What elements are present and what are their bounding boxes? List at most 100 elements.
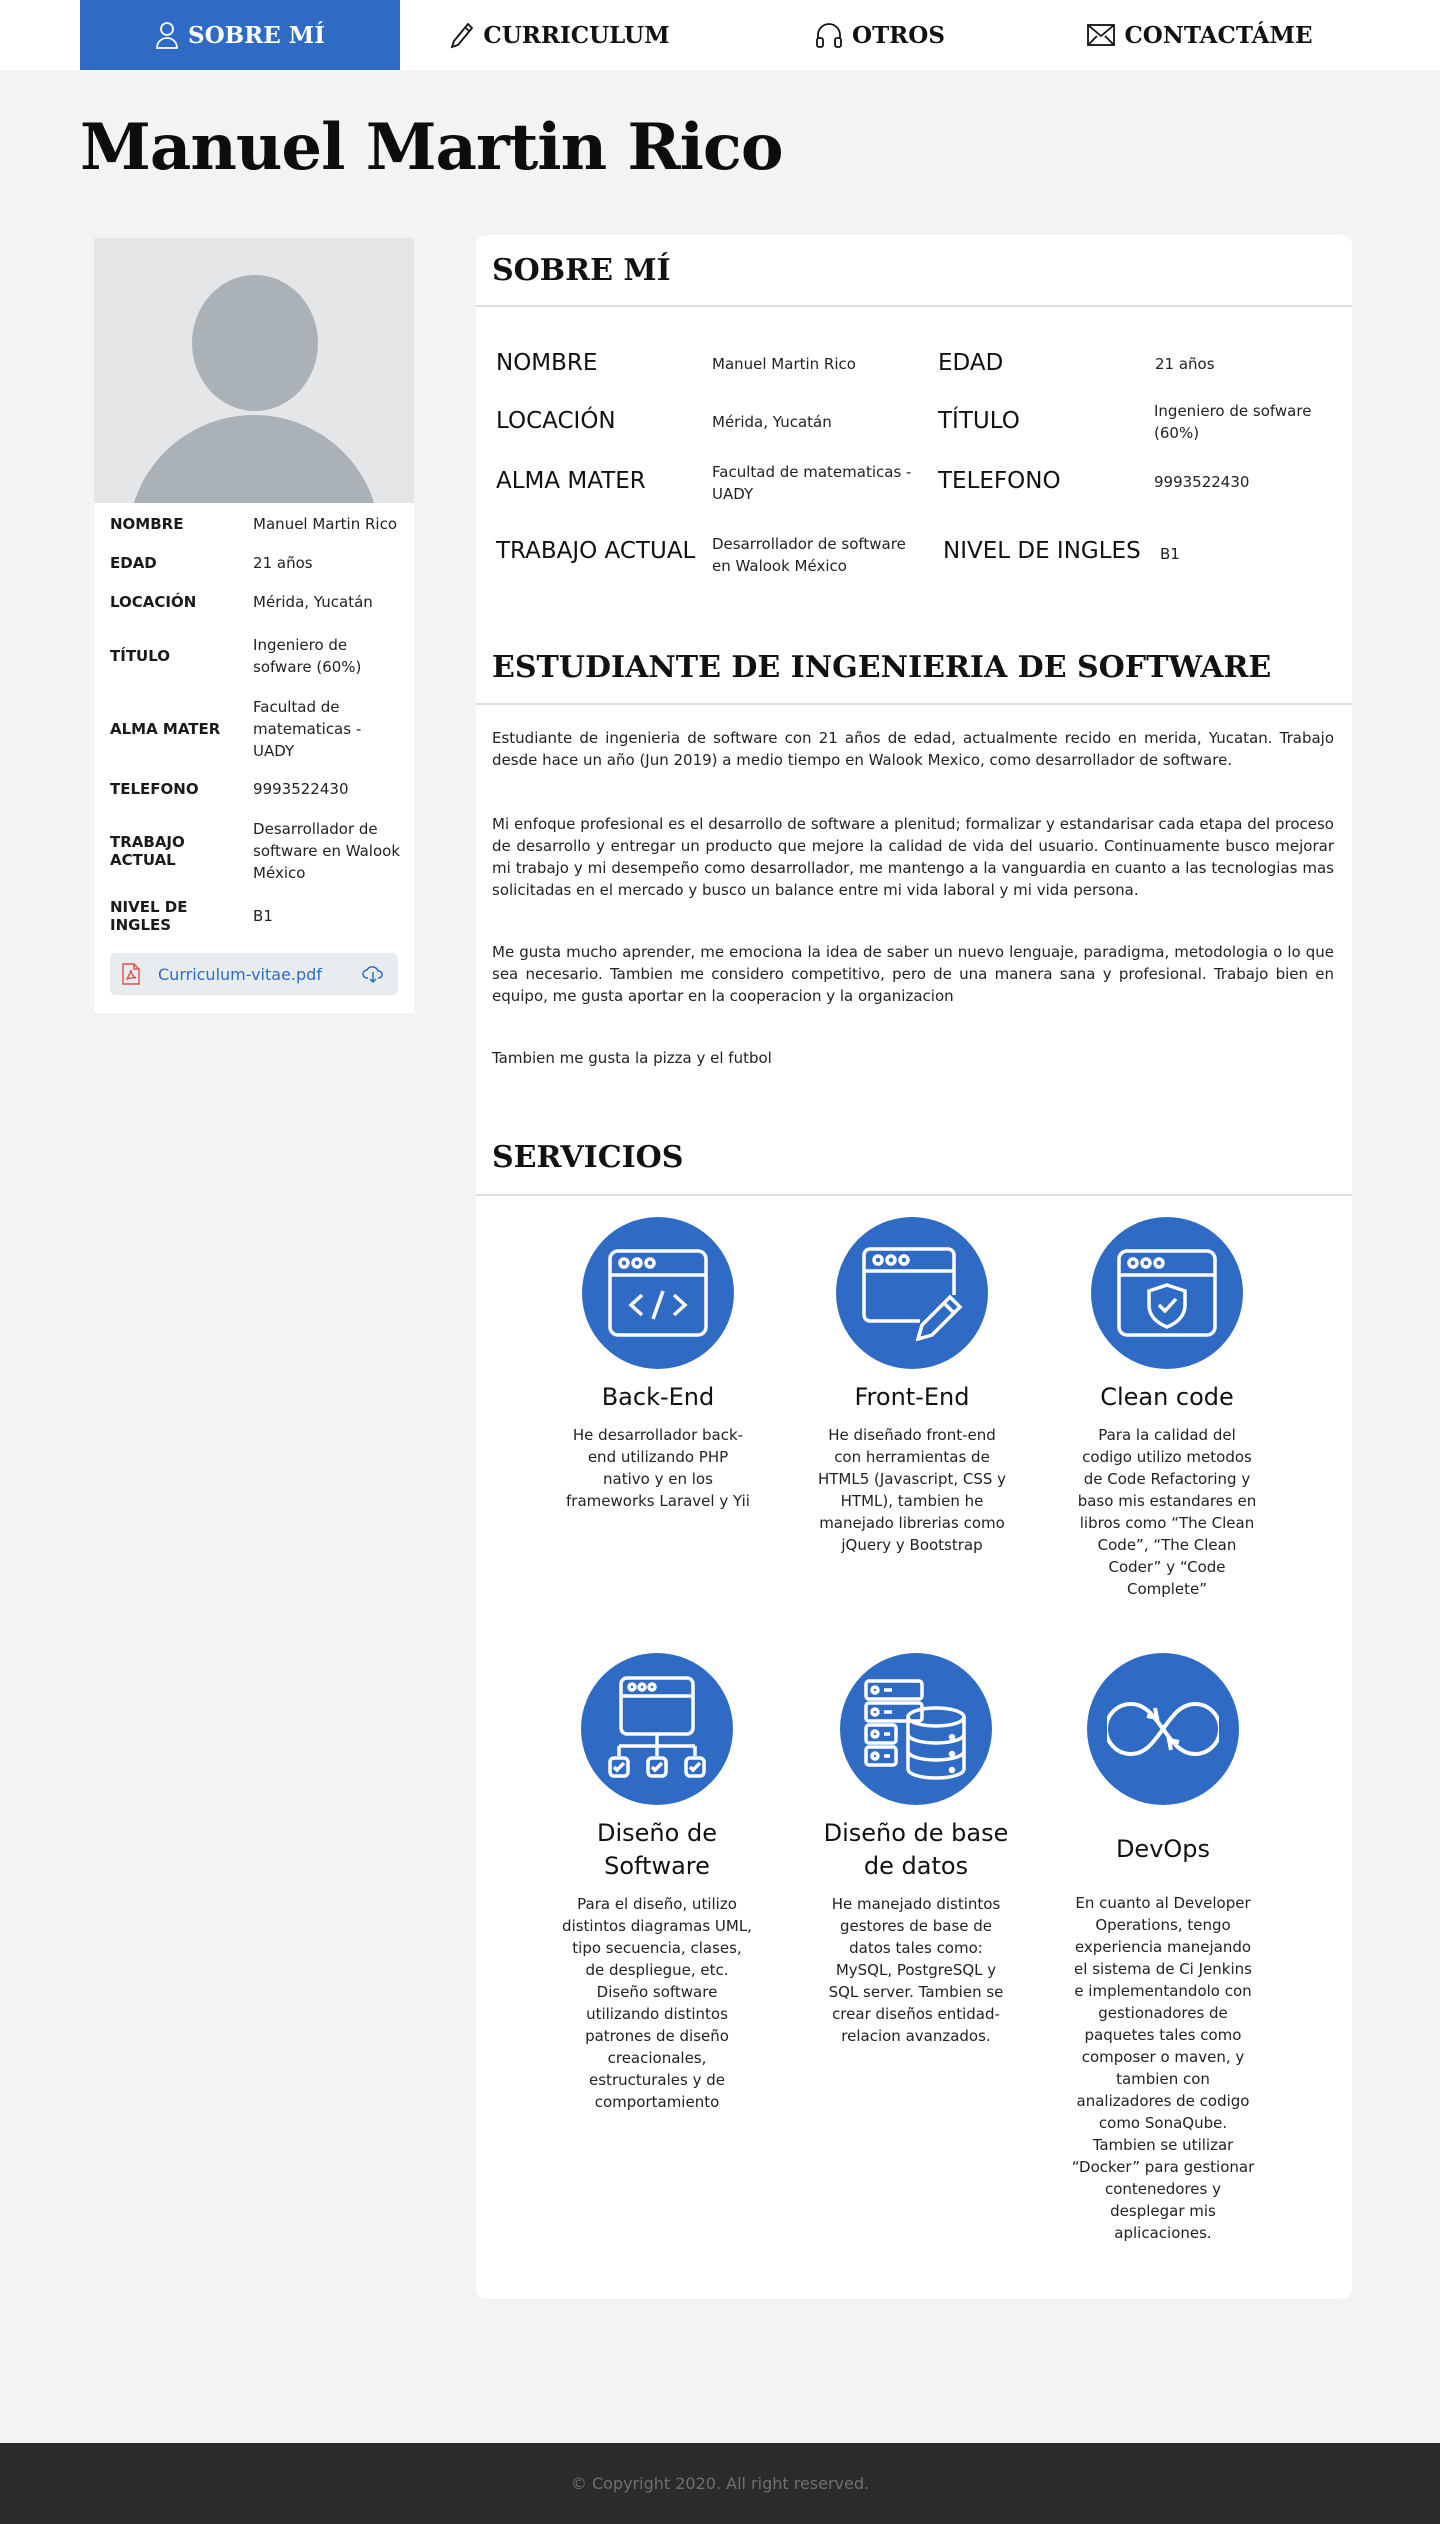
service-desc: He desarrollador back-end utilizando PHP…	[566, 1426, 750, 1510]
side-key: LOCACIÓN	[110, 593, 197, 611]
info-value: Manuel Martin Rico	[712, 355, 856, 373]
info-key: ALMA MATER	[496, 468, 646, 494]
user-icon	[156, 22, 178, 49]
side-value: Mérida, Yucatán	[253, 593, 373, 611]
profile-card: NOMBRE Manuel Martin Rico EDAD 21 años L…	[94, 238, 414, 1013]
info-value: Mérida, Yucatán	[712, 413, 832, 431]
side-key: NOMBRE	[110, 515, 184, 533]
side-row-nombre: NOMBRE Manuel Martin Rico	[110, 513, 400, 535]
side-row-titulo: TÍTULO Ingeniero de sofware (60%)	[110, 634, 400, 678]
headphones-icon	[816, 23, 842, 48]
service-circle	[581, 1653, 733, 1805]
service-circle	[836, 1217, 988, 1369]
service-back-end: Back-End He desarrollador back-end utili…	[563, 1217, 753, 1512]
service-title: Back-End	[601, 1383, 715, 1411]
side-key: TÍTULO	[110, 647, 170, 665]
service-circle	[582, 1217, 734, 1369]
info-key: NIVEL DE INGLES	[943, 538, 1141, 564]
side-row-edad: EDAD 21 años	[110, 552, 400, 574]
sitemap-window-icon	[608, 1676, 706, 1778]
bio-paragraph: Estudiante de ingenieria de software con…	[492, 729, 1334, 769]
about-title: SOBRE MÍ	[492, 253, 671, 288]
service-diseno-bd: Diseño de base de datos He manejado dist…	[821, 1653, 1011, 2047]
side-row-ingles: NIVEL DE INGLES B1	[110, 898, 400, 934]
student-title: ESTUDIANTE DE INGENIERIA DE SOFTWARE	[492, 650, 1272, 685]
side-key: NIVEL DE INGLES	[110, 898, 188, 934]
info-value: Facultad de matematicas - UADY	[712, 463, 912, 503]
service-desc: Para el diseño, utilizo distintos diagra…	[562, 1895, 752, 2111]
cv-download-link[interactable]: Curriculum-vitae.pdf	[110, 953, 398, 995]
design-window-icon	[862, 1247, 963, 1341]
info-key: EDAD	[938, 350, 1004, 376]
side-row-telefono: TELEFONO 9993522430	[110, 778, 400, 800]
code-window-icon	[608, 1249, 708, 1337]
cloud-download-icon[interactable]	[362, 965, 384, 983]
info-value: B1	[1160, 545, 1180, 563]
side-value: 9993522430	[253, 780, 349, 798]
side-row-locacion: LOCACIÓN Mérida, Yucatán	[110, 591, 400, 613]
side-value: 21 años	[253, 554, 313, 572]
pencil-icon	[450, 22, 474, 49]
info-key: TÍTULO	[938, 408, 1020, 434]
copyright: © Copyright 2020. All right reserved.	[570, 2474, 870, 2493]
bio-paragraph: Tambien me gusta la pizza y el futbol	[492, 1049, 772, 1067]
service-title: Clean code	[1100, 1383, 1234, 1411]
nav-item-contactame[interactable]: CONTACTÁME	[1040, 0, 1360, 70]
side-value: Desarrollador de software en Walook Méxi…	[253, 820, 401, 882]
side-row-trabajo: TRABAJO ACTUAL Desarrollador de software…	[110, 818, 400, 884]
side-key: TRABAJO ACTUAL	[110, 833, 185, 869]
service-clean-code: Clean code Para la calidad del codigo ut…	[1072, 1217, 1262, 1600]
nav-item-sobre-mi[interactable]: SOBRE MÍ	[80, 0, 400, 70]
side-value: Ingeniero de sofware (60%)	[253, 636, 362, 676]
info-value: 9993522430	[1154, 473, 1250, 491]
database-icon	[864, 1679, 966, 1780]
side-value: Manuel Martin Rico	[253, 515, 397, 533]
service-circle	[1087, 1653, 1239, 1805]
info-key: TELEFONO	[938, 468, 1061, 494]
service-desc: En cuanto al Developer Operations, tengo…	[1071, 1894, 1255, 2242]
page-title: Manuel Martin Rico	[80, 110, 784, 185]
bio-paragraph: Me gusta mucho aprender, me emociona la …	[492, 943, 1334, 1005]
side-key: ALMA MATER	[110, 720, 221, 738]
bio-paragraph: Mi enfoque profesional es el desarrollo …	[492, 815, 1334, 899]
side-row-alma-mater: ALMA MATER Facultad de matematicas - UAD…	[110, 696, 400, 762]
info-key: NOMBRE	[496, 350, 598, 376]
divider	[476, 1194, 1352, 1196]
info-key: TRABAJO ACTUAL	[496, 538, 696, 564]
nav-label: CURRICULUM	[483, 21, 670, 49]
info-value: 21 años	[1155, 355, 1215, 373]
service-title: DevOps	[1115, 1835, 1211, 1863]
avatar	[94, 238, 414, 503]
nav-label: CONTACTÁME	[1124, 21, 1313, 49]
service-circle	[1091, 1217, 1243, 1369]
nav-label: SOBRE MÍ	[188, 21, 325, 49]
service-desc: Para la calidad del codigo utilizo metod…	[1077, 1426, 1257, 1598]
top-nav: SOBRE MÍ CURRICULUM OTROS CONTACTÁME	[0, 0, 1440, 70]
nav-label: OTROS	[852, 21, 945, 49]
service-title: Front-End	[854, 1383, 970, 1411]
service-front-end: Front-End He diseñado front-end con herr…	[817, 1217, 1007, 1556]
side-value: B1	[253, 907, 273, 925]
shield-window-icon	[1117, 1249, 1217, 1337]
service-circle	[840, 1653, 992, 1805]
infinity-loop-icon	[1107, 1701, 1219, 1757]
side-value: Facultad de matematicas - UADY	[253, 698, 362, 760]
service-diseno-software: Diseño de Software Para el diseño, utili…	[562, 1653, 752, 2113]
pdf-file-icon	[122, 963, 140, 985]
nav-item-curriculum[interactable]: CURRICULUM	[400, 0, 720, 70]
info-value: Desarrollador de software en Walook Méxi…	[712, 535, 906, 575]
service-desc: He manejado distintos gestores de base d…	[828, 1895, 1004, 2045]
info-key: LOCACIÓN	[496, 408, 616, 434]
nav-item-otros[interactable]: OTROS	[720, 0, 1040, 70]
side-key: EDAD	[110, 554, 157, 572]
service-title: Diseño de base de datos	[823, 1819, 1009, 1880]
service-devops: DevOps En cuanto al Developer Operations…	[1068, 1653, 1258, 2244]
cv-link-label: Curriculum-vitae.pdf	[158, 964, 322, 984]
service-desc: He diseñado front-end con herramientas d…	[817, 1426, 1007, 1554]
side-key: TELEFONO	[110, 780, 199, 798]
info-value: Ingeniero de sofware (60%)	[1154, 402, 1312, 442]
main-card: SOBRE MÍ NOMBRE Manuel Martin Rico EDAD …	[476, 235, 1352, 2299]
envelope-icon	[1087, 24, 1116, 46]
footer: © Copyright 2020. All right reserved.	[0, 2443, 1440, 2524]
divider	[476, 703, 1352, 705]
